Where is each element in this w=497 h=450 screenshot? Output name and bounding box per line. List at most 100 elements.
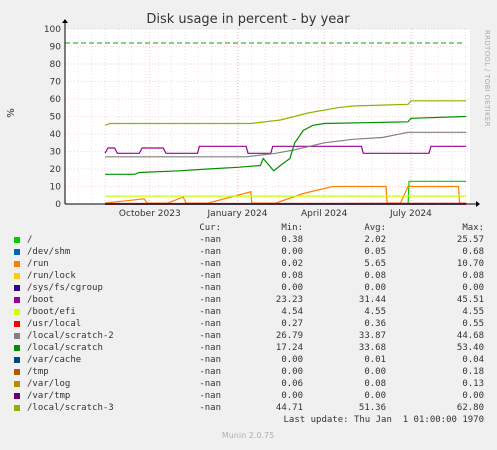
legend-max: 0.68 [462, 246, 484, 258]
legend-cur: -nan [199, 390, 221, 402]
legend-min: 0.00 [281, 354, 303, 366]
legend-avg: 0.36 [364, 318, 386, 330]
legend-name: /sys/fs/cgroup [27, 282, 103, 294]
legend-min: 4.54 [281, 306, 303, 318]
legend-min: 0.08 [281, 270, 303, 282]
legend-max: 10.70 [457, 258, 484, 270]
legend-swatch [14, 273, 20, 279]
legend-cur: -nan [199, 330, 221, 342]
legend-name: /boot [27, 294, 54, 306]
y-tick-label: 30 [50, 148, 62, 158]
footer: Munin 2.0.75 [0, 428, 497, 442]
y-tick-label: 20 [50, 165, 62, 175]
legend-swatch [14, 333, 20, 339]
x-tick-label: October 2023 [119, 209, 181, 219]
legend-row: /run-nan0.025.6510.70 [12, 258, 490, 270]
chart-title: Disk usage in percent - by year [146, 12, 350, 27]
legend-row: /local/scratch-nan17.2433.6853.40 [12, 342, 490, 354]
legend-max: 44.68 [457, 330, 484, 342]
legend-max: 0.00 [462, 390, 484, 402]
legend-min: 0.00 [281, 246, 303, 258]
legend-cur: -nan [199, 306, 221, 318]
legend-swatch [14, 249, 20, 255]
legend-row: /sys/fs/cgroup-nan0.000.000.00 [12, 282, 490, 294]
munin-version: Munin 2.0.75 [222, 431, 274, 440]
legend-swatch [14, 285, 20, 291]
y-tick-label: 60 [50, 95, 62, 105]
y-tick-label: 80 [50, 60, 62, 70]
legend-cur: -nan [199, 258, 221, 270]
legend-row: /local/scratch-2-nan26.7933.8744.68 [12, 330, 490, 342]
legend-min: 0.00 [281, 282, 303, 294]
legend-row: /var/cache-nan0.000.010.04 [12, 354, 490, 366]
legend-avg: 2.02 [364, 234, 386, 246]
x-axis-arrow [476, 201, 480, 207]
legend-name: /local/scratch-2 [27, 330, 114, 342]
header-cur: Cur: [199, 222, 221, 234]
y-tick-label: 50 [50, 113, 62, 123]
legend-avg: 33.68 [359, 342, 386, 354]
y-tick-label: 70 [50, 78, 62, 88]
header-max: Max: [462, 222, 484, 234]
legend-swatch [14, 237, 20, 243]
legend-row: /dev/shm-nan0.000.050.68 [12, 246, 490, 258]
legend-avg: 33.87 [359, 330, 386, 342]
legend-min: 44.71 [276, 402, 303, 414]
disk-usage-chart: Disk usage in percent - by year % RRDTOO… [0, 0, 497, 222]
legend-row: /run/lock-nan0.080.080.08 [12, 270, 490, 282]
legend-swatch [14, 369, 20, 375]
legend-cur: -nan [199, 378, 221, 390]
legend-swatch [14, 405, 20, 411]
legend-row: /local/scratch-3-nan44.7151.3662.80 [12, 402, 490, 414]
legend-name: / [27, 234, 32, 246]
legend-max: 0.08 [462, 270, 484, 282]
legend-name: /boot/efi [27, 306, 76, 318]
legend-name: /var/log [27, 378, 70, 390]
legend-avg: 0.08 [364, 378, 386, 390]
legend-row: /boot-nan23.2331.4445.51 [12, 294, 490, 306]
legend-name: /var/cache [27, 354, 81, 366]
y-tick-label: 0 [55, 200, 61, 210]
legend-cur: -nan [199, 294, 221, 306]
legend-row: / -nan 0.38 2.02 25.57 [12, 234, 490, 246]
legend-avg: 31.44 [359, 294, 386, 306]
legend-max: 0.18 [462, 366, 484, 378]
legend-max: 0.13 [462, 378, 484, 390]
legend-cur: -nan [199, 342, 221, 354]
legend-cur: -nan [199, 318, 221, 330]
legend-avg: 0.00 [364, 366, 386, 378]
legend-cur: -nan [199, 282, 221, 294]
legend-min: 0.38 [281, 234, 303, 246]
legend-cur: -nan [199, 402, 221, 414]
legend-avg: 0.00 [364, 390, 386, 402]
legend-avg: 5.65 [364, 258, 386, 270]
legend-max: 4.55 [462, 306, 484, 318]
legend-swatch [14, 345, 20, 351]
legend-max: 0.00 [462, 282, 484, 294]
legend-table: Cur: Min: Avg: Max: /-nan0.382.0225.57/d… [12, 222, 490, 426]
legend-max: 25.57 [457, 234, 484, 246]
legend-rows: /-nan0.382.0225.57/dev/shm-nan0.000.050.… [12, 234, 490, 414]
last-update-row: Last update: Thu Jan 1 01:00:00 1970 [12, 414, 490, 426]
legend-cur: -nan [199, 354, 221, 366]
legend-row: /var/log-nan0.060.080.13 [12, 378, 490, 390]
legend-name: /local/scratch [27, 342, 103, 354]
y-tick-label: 90 [50, 43, 62, 53]
legend-swatch [14, 309, 20, 315]
legend-avg: 0.05 [364, 246, 386, 258]
legend-header: Cur: Min: Avg: Max: [12, 222, 490, 234]
y-axis-ticks: 0102030405060708090100 [44, 25, 61, 210]
legend-avg: 4.55 [364, 306, 386, 318]
legend-cur: -nan [199, 366, 221, 378]
legend-name: /run/lock [27, 270, 76, 282]
legend-min: 0.00 [281, 390, 303, 402]
legend-name: /usr/local [27, 318, 81, 330]
y-axis-label: % [6, 108, 17, 118]
legend-name: /var/tmp [27, 390, 70, 402]
legend-cur: -nan [199, 234, 221, 246]
x-tick-label: April 2024 [301, 209, 348, 219]
legend-row: /var/tmp -nan 0.00 0.00 0.00 [12, 390, 490, 402]
legend-avg: 0.08 [364, 270, 386, 282]
legend-name: /run [27, 258, 49, 270]
header-avg: Avg: [364, 222, 386, 234]
